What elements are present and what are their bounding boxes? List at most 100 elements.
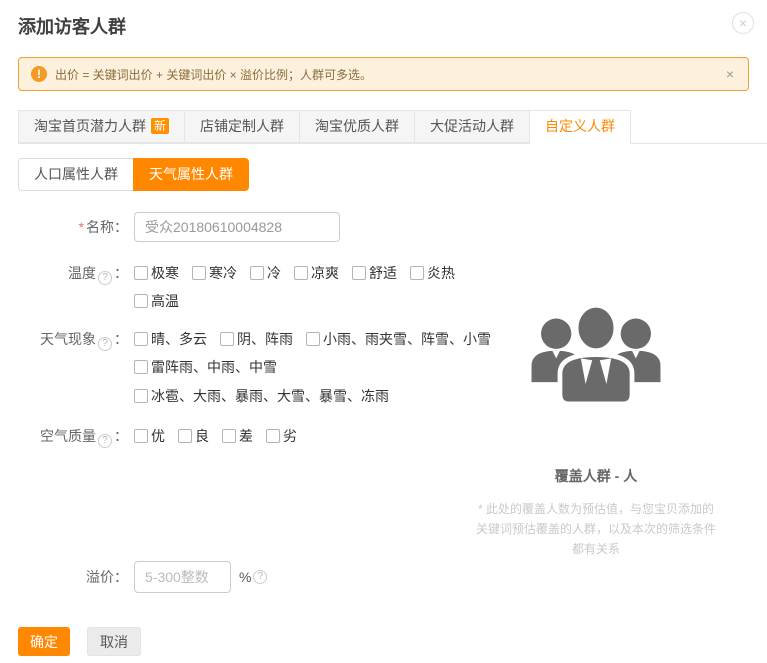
checkbox-option[interactable]: 阴、阵雨 [220, 331, 293, 347]
required-mark: * [79, 219, 84, 235]
dialog-footer: 确定 取消 [18, 627, 141, 656]
checkbox[interactable] [352, 266, 366, 280]
label-colon: ： [114, 219, 128, 235]
bid-formula-alert: ! 出价 = 关键词出价 + 关键词出价 × 溢价比例；人群可多选。 × [18, 57, 749, 91]
checkbox-option[interactable]: 晴、多云 [134, 331, 207, 347]
checkbox[interactable] [294, 266, 308, 280]
coverage-note-line: 都有关系 [450, 539, 742, 559]
tab-label: 大促活动人群 [430, 118, 514, 134]
new-badge: 新 [151, 118, 169, 134]
checkbox[interactable] [266, 429, 280, 443]
alert-close-icon[interactable]: × [724, 66, 736, 82]
coverage-count-label: 覆盖人群 - 人 [450, 466, 742, 486]
checkbox-label: 舒适 [369, 263, 397, 283]
tab-label: 店铺定制人群 [200, 118, 284, 134]
coverage-note-line: * 此处的覆盖人数为预估值，与您宝贝添加的 [450, 499, 742, 519]
air-quality-label: 空气质量?： [18, 428, 128, 448]
coverage-note-line: 关键词预估覆盖的人群，以及本次的筛选条件 [450, 519, 742, 539]
label-text: 名称 [86, 219, 114, 235]
percent-unit: % [239, 562, 251, 592]
checkbox-option[interactable]: 炎热 [410, 265, 455, 281]
checkbox[interactable] [306, 332, 320, 346]
tab-label: 淘宝优质人群 [315, 118, 399, 134]
label-colon: ： [114, 265, 128, 281]
warning-icon: ! [31, 66, 47, 82]
checkbox-option[interactable]: 寒冷 [192, 265, 237, 281]
subtab-weather[interactable]: 天气属性人群 [133, 158, 249, 191]
page-title: 添加访客人群 [18, 13, 126, 39]
tab-taobao-homepage-potential[interactable]: 淘宝首页潜力人群新 [18, 110, 185, 143]
air-quality-row: 空气质量?： 优 良 差 劣 [18, 428, 310, 448]
checkbox-label: 凉爽 [311, 263, 339, 283]
checkbox[interactable] [192, 266, 206, 280]
checkbox-option[interactable]: 优 [134, 428, 165, 444]
checkbox[interactable] [220, 332, 234, 346]
checkbox-label: 冰雹、大雨、暴雨、大雪、暴雪、冻雨 [151, 386, 389, 406]
checkbox-label: 良 [195, 426, 209, 446]
checkbox-option[interactable]: 雷阵雨、中雨、中雪 [134, 359, 277, 375]
checkbox-option[interactable]: 良 [178, 428, 209, 444]
checkbox[interactable] [134, 332, 148, 346]
label-text: 溢价 [86, 569, 114, 585]
subtab-label: 人口属性人群 [34, 166, 118, 182]
checkbox[interactable] [134, 429, 148, 443]
checkbox-label: 晴、多云 [151, 329, 207, 349]
label-colon: ： [114, 331, 128, 347]
confirm-button[interactable]: 确定 [18, 627, 70, 656]
checkbox-option[interactable]: 舒适 [352, 265, 397, 281]
checkbox-label: 优 [151, 426, 165, 446]
premium-row: 溢价： % ? [18, 561, 269, 593]
checkbox[interactable] [410, 266, 424, 280]
label-colon: ： [114, 569, 128, 585]
weather-label: 天气现象?： [18, 331, 128, 351]
coverage-note: * 此处的覆盖人数为预估值，与您宝贝添加的 关键词预估覆盖的人群，以及本次的筛选… [450, 499, 742, 559]
help-icon[interactable]: ? [98, 337, 112, 351]
checkbox-label: 劣 [283, 426, 297, 446]
checkbox-label: 极寒 [151, 263, 179, 283]
tab-custom-audience[interactable]: 自定义人群 [529, 110, 631, 144]
checkbox[interactable] [178, 429, 192, 443]
checkbox[interactable] [134, 360, 148, 374]
label-colon: ： [114, 428, 128, 444]
name-label: *名称： [18, 212, 128, 242]
premium-label: 溢价： [18, 561, 128, 593]
help-icon[interactable]: ? [98, 271, 112, 285]
label-text: 天气现象 [40, 331, 96, 347]
custom-audience-subtabs: 人口属性人群 天气属性人群 [18, 158, 249, 191]
label-text: 温度 [68, 265, 96, 281]
cancel-button[interactable]: 取消 [87, 627, 141, 656]
help-icon[interactable]: ? [253, 570, 267, 584]
checkbox-option[interactable]: 冰雹、大雨、暴雨、大雪、暴雪、冻雨 [134, 388, 389, 404]
checkbox-label: 差 [239, 426, 253, 446]
checkbox[interactable] [250, 266, 264, 280]
checkbox-option[interactable]: 凉爽 [294, 265, 339, 281]
checkbox-option[interactable]: 劣 [266, 428, 297, 444]
name-row: *名称： [18, 212, 340, 242]
tab-label: 自定义人群 [545, 118, 615, 134]
dialog-close-icon[interactable]: × [732, 12, 754, 34]
checkbox[interactable] [134, 389, 148, 403]
help-icon[interactable]: ? [98, 434, 112, 448]
add-visitor-audience-dialog: 添加访客人群 × ! 出价 = 关键词出价 + 关键词出价 × 溢价比例；人群可… [0, 0, 767, 663]
tab-taobao-quality[interactable]: 淘宝优质人群 [299, 110, 415, 143]
tab-store-custom[interactable]: 店铺定制人群 [184, 110, 300, 143]
subtab-demographic[interactable]: 人口属性人群 [18, 158, 134, 191]
tab-promotion-event[interactable]: 大促活动人群 [414, 110, 530, 143]
checkbox[interactable] [222, 429, 236, 443]
checkbox-option[interactable]: 差 [222, 428, 253, 444]
checkbox-label: 冷 [267, 263, 281, 283]
name-input[interactable] [134, 212, 340, 242]
premium-input[interactable] [134, 561, 231, 593]
weather-row: 天气现象?： 晴、多云 阴、阵雨 小雨、雨夹雪、阵雪、小雪 雷阵雨、中雨、中雪 … [18, 331, 504, 416]
coverage-panel: 覆盖人群 - 人 * 此处的覆盖人数为预估值，与您宝贝添加的 关键词预估覆盖的人… [450, 292, 742, 559]
audience-group-icon [520, 292, 672, 420]
temperature-label: 温度?： [18, 265, 128, 285]
checkbox-option[interactable]: 冷 [250, 265, 281, 281]
checkbox[interactable] [134, 266, 148, 280]
checkbox[interactable] [134, 294, 148, 308]
checkbox-option[interactable]: 高温 [134, 293, 179, 309]
checkbox-label: 高温 [151, 291, 179, 311]
checkbox-option[interactable]: 极寒 [134, 265, 179, 281]
audience-tabs: 淘宝首页潜力人群新 店铺定制人群 淘宝优质人群 大促活动人群 自定义人群 [18, 110, 631, 144]
checkbox-label: 寒冷 [209, 263, 237, 283]
